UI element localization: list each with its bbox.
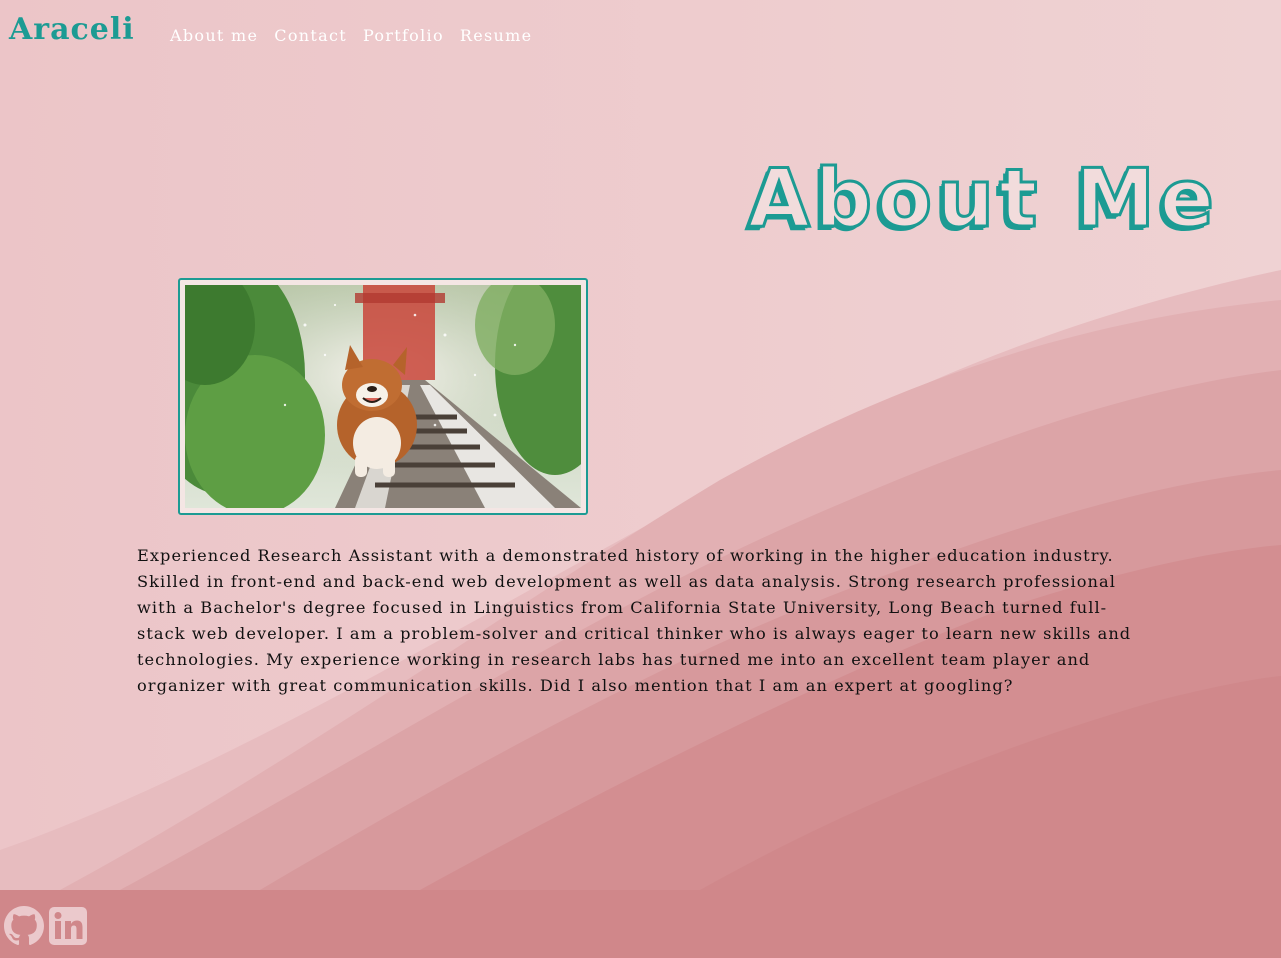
site-header: Araceli About me Contact Portfolio Resum… [0, 0, 1281, 70]
nav-contact[interactable]: Contact [274, 26, 347, 45]
page-title: About Me [746, 151, 1220, 247]
github-icon[interactable] [4, 906, 44, 946]
nav-about-me[interactable]: About me [170, 26, 258, 45]
site-footer [0, 890, 1281, 958]
linkedin-icon[interactable] [48, 906, 88, 946]
nav-portfolio[interactable]: Portfolio [363, 26, 444, 45]
profile-photo [185, 285, 581, 508]
brand-logo[interactable]: Araceli [9, 12, 135, 47]
main-nav: About me Contact Portfolio Resume [170, 26, 532, 45]
profile-photo-frame [178, 278, 588, 515]
bio-paragraph: Experienced Research Assistant with a de… [137, 546, 1132, 695]
nav-resume[interactable]: Resume [460, 26, 532, 45]
